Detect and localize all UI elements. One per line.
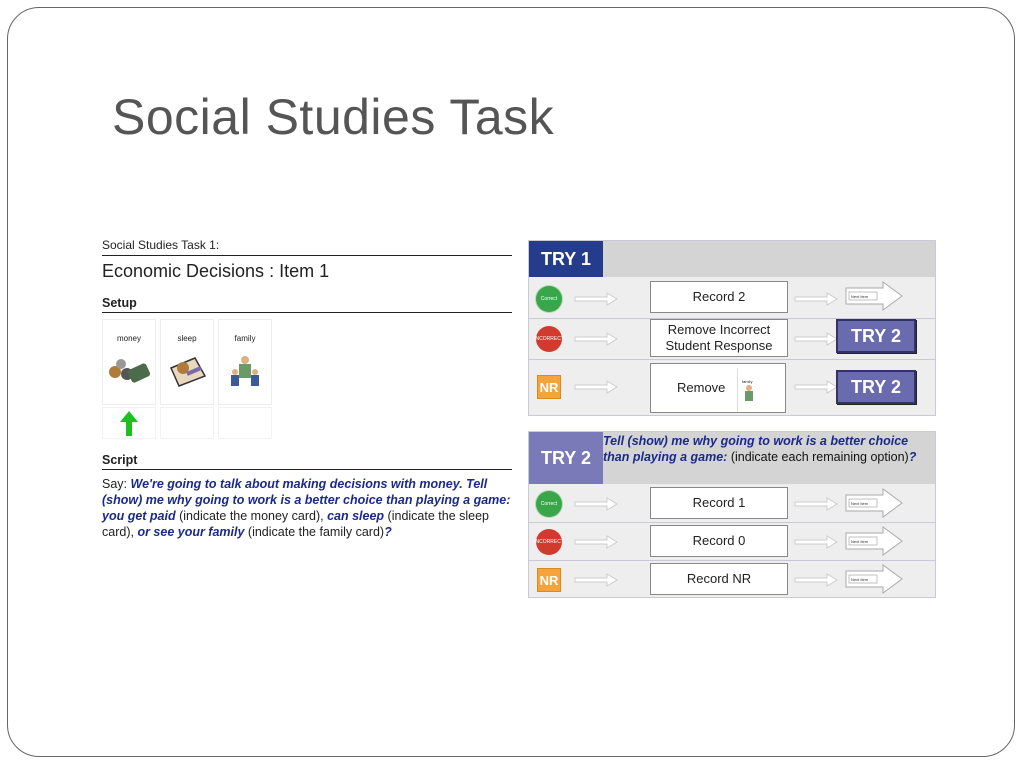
picture-cards: money sleep family — [102, 319, 512, 405]
incorrect-icon: INCORRECT — [534, 326, 564, 352]
family-icon — [745, 385, 753, 401]
record-box: Record 1 — [650, 487, 788, 519]
right-arrow-icon — [794, 332, 838, 346]
setup-heading: Setup — [102, 296, 512, 313]
up-arrow-icon — [120, 411, 138, 436]
record-box: Record 0 — [650, 525, 788, 557]
remove-incorrect-box: Remove Incorrect Student Response — [650, 319, 788, 357]
remove-label: Remove — [677, 380, 726, 395]
try1-panel: TRY 1 Correct Record 2 Next Item INCORRE… — [528, 240, 936, 416]
sleep-card: sleep — [160, 319, 214, 405]
sleep-icon — [170, 357, 207, 387]
prompt-plain: (indicate each remaining option) — [727, 450, 909, 464]
try2-button[interactable]: TRY 2 — [836, 370, 916, 404]
try2-row-nr: NR Record NR Next Item — [529, 563, 935, 597]
script-plain: (indicate the family card) — [244, 525, 385, 539]
try2-badge: TRY 2 — [529, 432, 603, 484]
next-item-arrow-icon[interactable]: Next Item — [845, 488, 903, 518]
try1-row-incorrect: INCORRECT Remove Incorrect Student Respo… — [529, 319, 935, 359]
money-card: money — [102, 319, 156, 405]
next-item-text: Next Item — [851, 539, 869, 544]
try2-row-incorrect: INCORRECT Record 0 Next Item — [529, 525, 935, 559]
correct-icon: Correct — [536, 286, 562, 312]
next-item-arrow-icon[interactable]: Next Item — [845, 526, 903, 556]
right-arrow-icon — [794, 380, 838, 394]
right-arrow-icon — [794, 573, 838, 587]
money-icon — [109, 359, 151, 383]
prompt-end: ? — [908, 450, 917, 464]
try1-header: TRY 1 — [529, 241, 935, 277]
next-item-text: Next Item — [851, 577, 869, 582]
try2-row-correct: Correct Record 1 Next Item — [529, 487, 935, 521]
family-icon — [231, 356, 259, 386]
next-item-arrow-icon[interactable]: Next Item — [845, 281, 903, 311]
next-item-arrow-icon[interactable]: Next Item — [845, 564, 903, 594]
arrow-cell — [160, 407, 214, 439]
next-item-text: Next Item — [851, 501, 869, 506]
try2-button[interactable]: TRY 2 — [836, 319, 916, 353]
card-label: family — [234, 334, 256, 343]
nr-icon: NR — [537, 568, 561, 592]
task-label: Social Studies Task 1: — [102, 238, 512, 256]
script-say: Say: — [102, 477, 131, 491]
family-card: family — [218, 319, 272, 405]
arrow-cell — [102, 407, 156, 439]
script-bold: ? — [384, 525, 392, 539]
script-bold: can sleep — [327, 509, 385, 523]
right-arrow-icon — [574, 292, 618, 306]
correct-icon: Correct — [536, 491, 562, 517]
row-divider — [529, 522, 935, 523]
slide-title: Social Studies Task — [112, 89, 555, 145]
right-arrow-icon — [794, 535, 838, 549]
card-arrow-row — [102, 407, 512, 439]
script-bold: or see your family — [137, 525, 245, 539]
task-sheet: Social Studies Task 1: Economic Decision… — [102, 238, 512, 540]
card-label: money — [116, 334, 141, 343]
next-item-text: Next Item — [851, 294, 869, 299]
mini-family-card: family — [737, 368, 760, 412]
right-arrow-icon — [794, 497, 838, 511]
card-label: sleep — [177, 334, 197, 343]
row-divider — [529, 560, 935, 561]
right-arrow-icon — [574, 573, 618, 587]
right-arrow-icon — [794, 292, 838, 306]
remove-box: Remove family — [650, 363, 786, 413]
try2-prompt: Tell (show) me why going to work is a be… — [603, 433, 937, 465]
try2-header: TRY 2 Tell (show) me why going to work i… — [529, 432, 935, 484]
try2-panel: TRY 2 Tell (show) me why going to work i… — [528, 431, 936, 598]
try1-row-correct: Correct Record 2 Next Item — [529, 281, 935, 317]
right-arrow-icon — [574, 535, 618, 549]
right-arrow-icon — [574, 332, 618, 346]
script-heading: Script — [102, 453, 512, 470]
item-title: Economic Decisions : Item 1 — [102, 261, 330, 281]
record-box: Record NR — [650, 563, 788, 595]
arrow-cell — [218, 407, 272, 439]
right-arrow-icon — [574, 497, 618, 511]
right-arrow-icon — [574, 380, 618, 394]
incorrect-icon: INCORRECT — [534, 529, 564, 555]
nr-icon: NR — [537, 375, 561, 399]
try1-row-nr: NR Remove family TRY 2 — [529, 360, 935, 415]
script-plain: (indicate the money card), — [175, 509, 328, 523]
script-text: Say: We're going to talk about making de… — [102, 476, 512, 540]
try1-badge: TRY 1 — [529, 241, 603, 277]
record-box: Record 2 — [650, 281, 788, 313]
